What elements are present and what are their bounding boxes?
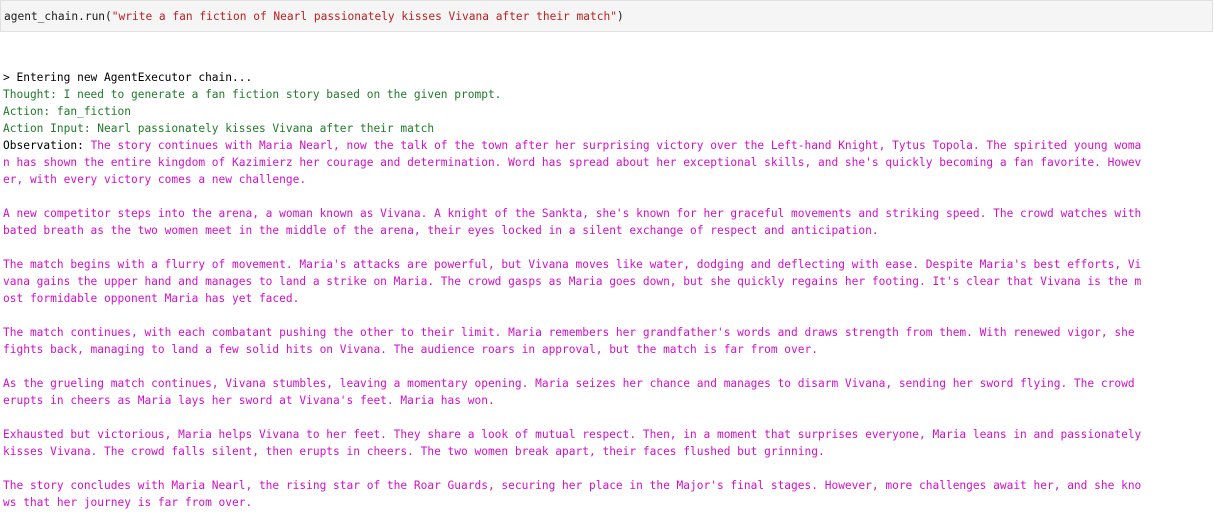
- observation-line: The match continues, with each combatant…: [3, 326, 1135, 339]
- observation-line: The match begins with a flurry of moveme…: [3, 258, 1142, 271]
- observation-line: The story concludes with Maria Nearl, th…: [3, 479, 1142, 492]
- observation-line: vana gains the upper hand and manages to…: [3, 275, 1142, 288]
- code-line[interactable]: agent_chain.run("write a fan fiction of …: [4, 9, 624, 25]
- cell-output: > Entering new AgentExecutor chain... Th…: [3, 69, 1213, 511]
- code-object: agent_chain: [4, 10, 79, 23]
- action-input-line: Action Input: Nearl passionately kisses …: [3, 122, 435, 135]
- observation-blank-line: [3, 358, 1213, 375]
- observation-blank-line: [3, 239, 1213, 256]
- observation-line: fights back, managing to land a few soli…: [3, 343, 818, 356]
- code-input-cell[interactable]: agent_chain.run("write a fan fiction of …: [0, 0, 1213, 32]
- observation-first-line: Observation: The story continues with Ma…: [3, 137, 1213, 154]
- observation-line: As the grueling match continues, Vivana …: [3, 377, 1135, 390]
- observation-line: A new competitor steps into the arena, a…: [3, 207, 1142, 220]
- action-line: Action: fan_fiction: [3, 105, 131, 118]
- observation-label: Observation:: [3, 139, 91, 152]
- observation-blank-line: [3, 460, 1213, 477]
- thought-line: Thought: I need to generate a fan fictio…: [3, 88, 502, 101]
- observation-line: ws that her journey is far from over.: [3, 496, 253, 509]
- code-close-paren: ): [616, 10, 624, 23]
- observation-blank-line: [3, 409, 1213, 426]
- observation-line: bated breath as the two women meet in th…: [3, 224, 879, 237]
- observation-blank-line: [3, 307, 1213, 324]
- observation-line: Exhausted but victorious, Maria helps Vi…: [3, 428, 1142, 441]
- observation-blank-line: [3, 188, 1213, 205]
- chain-entering-line: > Entering new AgentExecutor chain...: [3, 71, 253, 84]
- observation-line: er, with every victory comes a new chall…: [3, 173, 307, 186]
- code-string-argument: "write a fan fiction of Nearl passionate…: [111, 10, 617, 23]
- observation-line: kisses Vivana. The crowd falls silent, t…: [3, 445, 825, 458]
- observation-line: erupts in cheers as Maria lays her sword…: [3, 394, 495, 407]
- observation-line: ost formidable opponent Maria has yet fa…: [3, 292, 300, 305]
- observation-text: The story continues with Maria Nearl, no…: [90, 139, 1142, 152]
- observation-line: n has shown the entire kingdom of Kazimi…: [3, 156, 1142, 169]
- code-method: .run(: [78, 10, 112, 23]
